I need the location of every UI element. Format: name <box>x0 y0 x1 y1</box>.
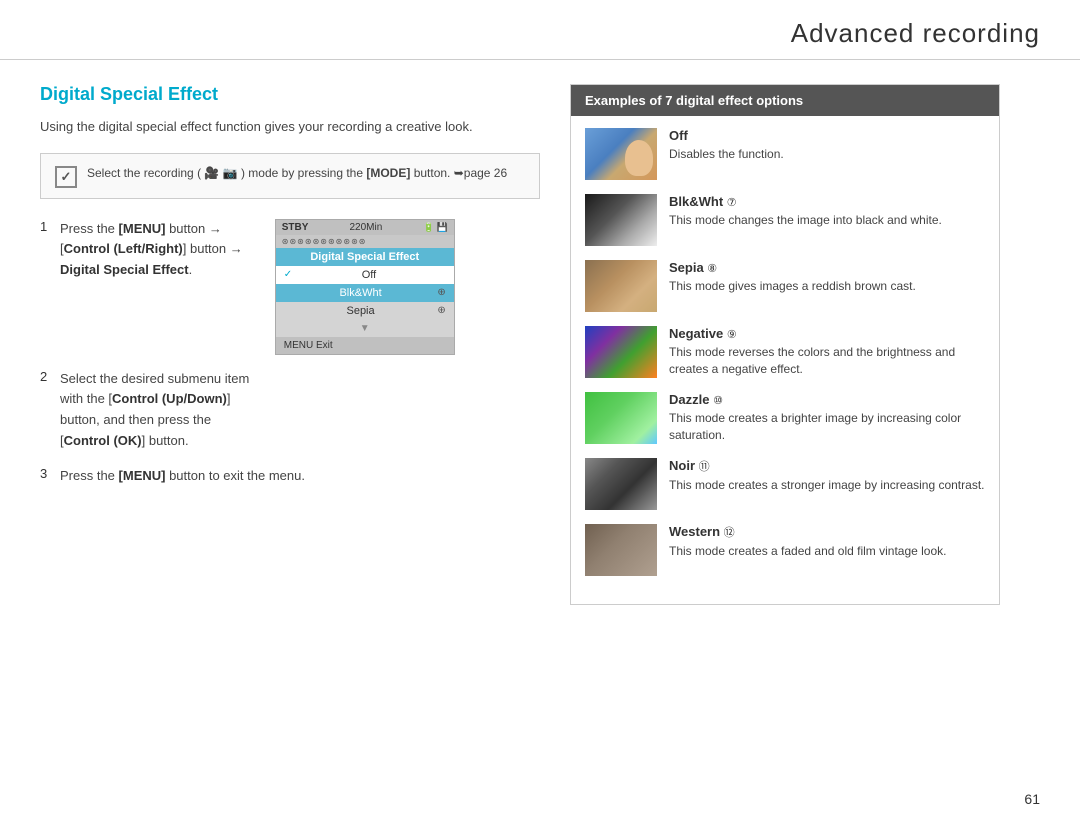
cam-item-off-label: Off <box>362 269 376 281</box>
effect-desc-negative: This mode reverses the colors and the br… <box>669 344 985 378</box>
right-column: Examples of 7 digital effect options Off… <box>570 84 1000 605</box>
camera-menu: STBY 220Min 🔋 💾 ⊛⊛⊛⊛⊛⊛⊛⊛⊛⊛⊛ <box>275 219 455 355</box>
effect-thumb-western <box>585 524 657 576</box>
effect-info-blkwht: Blk&Wht ⑦ This mode changes the image in… <box>669 194 985 229</box>
effect-name-noir: Noir ⑪ <box>669 458 985 474</box>
effect-info-sepia: Sepia ⑧ This mode gives images a reddish… <box>669 260 985 295</box>
note-box: ✓ Select the recording ( 🎥 📷 ) mode by p… <box>40 153 540 199</box>
cam-menu-title: Digital Special Effect <box>276 248 454 266</box>
note-icon: ✓ <box>55 166 77 188</box>
cam-menu-item-arrow: ▼ <box>276 320 454 337</box>
effect-info-negative: Negative ⑨ This mode reverses the colors… <box>669 326 985 378</box>
step-1-text: Press the [MENU] button → [Control (Left… <box>60 219 243 281</box>
examples-box: Examples of 7 digital effect options Off… <box>570 84 1000 605</box>
effect-desc-western: This mode creates a faded and old film v… <box>669 543 985 560</box>
effect-info-noir: Noir ⑪ This mode creates a stronger imag… <box>669 458 985 494</box>
cam-header-icons: 🔋 💾 <box>423 222 447 233</box>
examples-header: Examples of 7 digital effect options <box>571 85 999 116</box>
note-text: Select the recording ( 🎥 📷 ) mode by pre… <box>87 164 507 182</box>
section-title: Digital Special Effect <box>40 84 540 105</box>
step-2-text: Select the desired submenu item with the… <box>60 369 249 452</box>
cam-header: STBY 220Min 🔋 💾 <box>276 220 454 235</box>
steps-list: 1 Press the [MENU] button → [Control (Le… <box>40 219 540 487</box>
cam-icons-row: ⊛⊛⊛⊛⊛⊛⊛⊛⊛⊛⊛ <box>276 235 454 248</box>
step-2: 2 Select the desired submenu item with t… <box>40 369 540 452</box>
page-title: Advanced recording <box>791 18 1040 48</box>
step-1-content: Press the [MENU] button → [Control (Left… <box>60 219 455 355</box>
cam-time: 220Min <box>349 222 382 233</box>
cam-stby: STBY <box>282 222 309 233</box>
effect-thumb-negative <box>585 326 657 378</box>
effect-item-sepia: Sepia ⑧ This mode gives images a reddish… <box>585 260 985 312</box>
effect-desc-blkwht: This mode changes the image into black a… <box>669 212 985 229</box>
effect-desc-dazzle: This mode creates a brighter image by in… <box>669 410 985 444</box>
effect-name-western: Western ⑫ <box>669 524 985 540</box>
cam-menu-item-off: ✓ Off <box>276 266 454 284</box>
page-header: Advanced recording <box>0 0 1080 60</box>
cam-menu-item-blkwht: Blk&Wht ⊕ <box>276 284 454 302</box>
effect-name-sepia: Sepia ⑧ <box>669 260 985 275</box>
effect-desc-off: Disables the function. <box>669 146 985 163</box>
left-column: Digital Special Effect Using the digital… <box>40 84 540 605</box>
effect-info-off: Off Disables the function. <box>669 128 985 163</box>
effect-thumb-off <box>585 128 657 180</box>
cam-check: ✓ <box>284 269 292 280</box>
cam-item-sepia-label: Sepia <box>346 305 374 317</box>
effect-info-dazzle: Dazzle ⑩ This mode creates a brighter im… <box>669 392 985 444</box>
main-content: Digital Special Effect Using the digital… <box>0 60 1080 625</box>
effect-name-negative: Negative ⑨ <box>669 326 985 341</box>
step-3-text: Press the [MENU] button to exit the menu… <box>60 466 305 487</box>
effect-list: Off Disables the function. Blk&Wht ⑦ Thi… <box>571 128 999 576</box>
effect-desc-sepia: This mode gives images a reddish brown c… <box>669 278 985 295</box>
effect-item-off: Off Disables the function. <box>585 128 985 180</box>
effect-thumb-noir <box>585 458 657 510</box>
step-3: 3 Press the [MENU] button to exit the me… <box>40 466 540 487</box>
effect-desc-noir: This mode creates a stronger image by in… <box>669 477 985 494</box>
effect-name-dazzle: Dazzle ⑩ <box>669 392 985 407</box>
effect-item-dazzle: Dazzle ⑩ This mode creates a brighter im… <box>585 392 985 444</box>
step-1-inner: Press the [MENU] button → [Control (Left… <box>60 219 455 355</box>
effect-item-negative: Negative ⑨ This mode reverses the colors… <box>585 326 985 378</box>
intro-text: Using the digital special effect functio… <box>40 117 540 137</box>
step-2-num: 2 <box>40 369 52 384</box>
effect-thumb-blkwht <box>585 194 657 246</box>
cam-item-blkwht-icon: ⊕ <box>437 287 445 298</box>
effect-name-blkwht: Blk&Wht ⑦ <box>669 194 985 209</box>
cam-item-blkwht-label: Blk&Wht <box>339 287 381 299</box>
step-1-num: 1 <box>40 219 52 234</box>
step-1: 1 Press the [MENU] button → [Control (Le… <box>40 219 540 355</box>
effect-thumb-sepia <box>585 260 657 312</box>
effect-item-noir: Noir ⑪ This mode creates a stronger imag… <box>585 458 985 510</box>
cam-item-sepia-icon: ⊕ <box>437 305 445 316</box>
cam-menu-item-sepia: Sepia ⊕ <box>276 302 454 320</box>
camera-menu-box: STBY 220Min 🔋 💾 ⊛⊛⊛⊛⊛⊛⊛⊛⊛⊛⊛ <box>275 219 455 355</box>
cam-footer: MENU Exit <box>276 337 454 354</box>
step-3-num: 3 <box>40 466 52 481</box>
effect-item-western: Western ⑫ This mode creates a faded and … <box>585 524 985 576</box>
effect-info-western: Western ⑫ This mode creates a faded and … <box>669 524 985 560</box>
effect-thumb-dazzle <box>585 392 657 444</box>
effect-name-off: Off <box>669 128 985 143</box>
page-number: 61 <box>1024 791 1040 807</box>
effect-item-blkwht: Blk&Wht ⑦ This mode changes the image in… <box>585 194 985 246</box>
cam-menu-items: ✓ Off Blk&Wht ⊕ <box>276 266 454 337</box>
